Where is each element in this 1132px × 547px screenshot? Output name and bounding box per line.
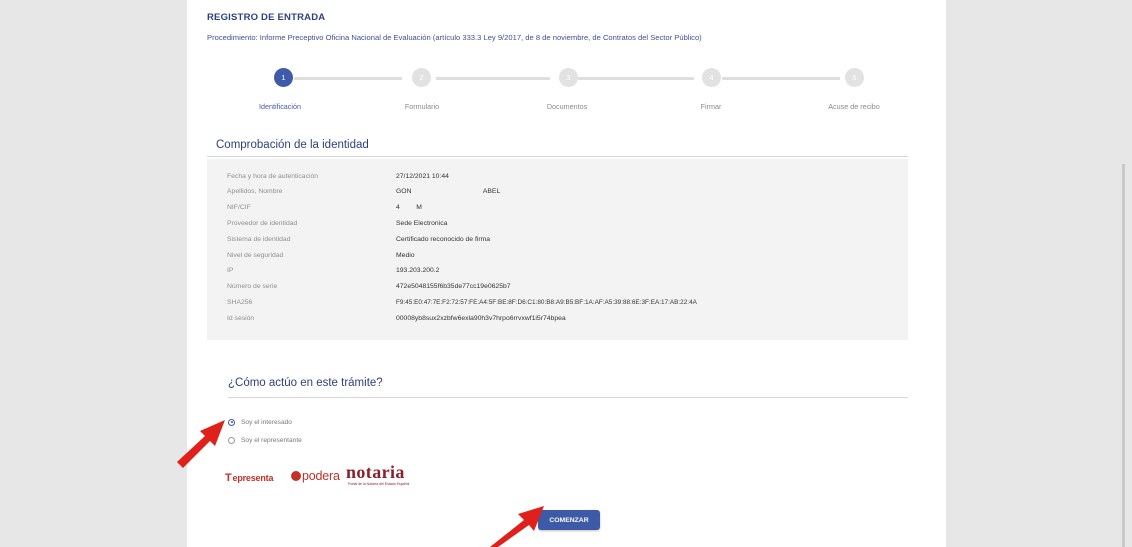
representa-logo: Tepresenta [225,472,274,484]
identity-value: 4 M [396,204,422,211]
identity-value: Sede Electronica [396,220,448,227]
identity-label: IP [227,267,234,274]
identity-value: Medio [396,252,415,259]
role-option-representante[interactable]: Soy el representante [228,434,302,446]
identity-label: Nivel de seguridad [227,252,284,259]
identity-label: Sistema de identidad [227,236,291,243]
radio-label: Soy el interesado [241,418,292,426]
identity-row: Apellidos, Nombre GON ABEL [207,188,908,202]
identity-value: GON ABEL [396,188,501,195]
section-divider [228,397,908,398]
identity-label: SHA256 [227,299,253,306]
step-2-circle[interactable]: 2 [412,68,431,87]
step-3-circle[interactable]: 3 [559,68,578,87]
radio-label: Soy el representante [241,436,302,444]
identity-row: Fecha y hora de autenticación 27/12/2021… [207,173,908,187]
notaria-logo: notaria [346,462,405,482]
procedure-description: Procedimiento: Informe Preceptivo Oficin… [207,33,702,42]
identity-row: IP 193.203.200.2 [207,267,908,281]
step-connector [722,77,840,80]
identity-label: Proveedor de identidad [227,220,298,227]
identity-row: NIF/CIF 4 M [207,204,908,218]
identity-value: 27/12/2021 10:44 [396,173,449,180]
step-2-label: Formulario [404,102,440,111]
identity-row: Número de serie 472e5048155f6b35de77cc19… [207,283,908,297]
annotation-arrow-icon [177,420,225,468]
role-option-interesado[interactable]: Soy el interesado [228,416,292,428]
identity-value: 00008yb8sux2xzbfw6exla90h3v7hrpo6rrvxwf1… [396,315,566,322]
step-4-circle[interactable]: 4 [702,68,721,87]
step-connector [578,77,694,80]
page-title: REGISTRO DE ENTRADA [207,12,326,23]
identity-label: Id sesión [227,315,255,322]
identity-value: F9:45:E0:47:7E:F2:72:57:FE:A4:5F:BE:8F:D… [396,299,697,306]
role-section-title: ¿Cómo actúo en este trámite? [228,377,383,389]
apodera-logo: podera [291,469,340,483]
identity-section-title: Comprobación de la identidad [216,139,369,151]
step-connector [294,77,402,80]
identity-value: 472e5048155f6b35de77cc19e0625b7 [396,283,511,290]
step-5-label: Acuse de recibo [828,102,880,111]
step-1-circle[interactable]: 1 [274,68,293,87]
identity-row: Sistema de identidad Certificado reconoc… [207,236,908,250]
step-connector [436,77,550,80]
identity-row: Nivel de seguridad Medio [207,252,908,266]
identity-label: Apellidos, Nombre [227,188,283,195]
identity-row: Proveedor de identidad Sede Electronica [207,220,908,234]
registro-card: REGISTRO DE ENTRADA Procedimiento: Infor… [187,0,946,547]
page-scrollbar[interactable] [1122,164,1125,547]
notaria-logo-subtitle: Portal de la Notaría del Estado Español [348,482,410,486]
annotation-arrow-icon [490,506,544,547]
identity-row: SHA256 F9:45:E0:47:7E:F2:72:57:FE:A4:5F:… [207,299,908,313]
identity-panel: Fecha y hora de autenticación 27/12/2021… [207,159,908,340]
step-3-label: Documentos [546,102,588,111]
partner-logos: Tepresenta podera notaria Portal de la N… [225,462,465,486]
step-1-label: Identificación [259,102,301,111]
identity-label: Fecha y hora de autenticación [227,173,319,180]
identity-value: 193.203.200.2 [396,267,440,274]
step-4-label: Firmar [700,102,722,111]
identity-row: Id sesión 00008yb8sux2xzbfw6exla90h3v7hr… [207,315,908,329]
section-divider [207,156,908,157]
step-5-circle[interactable]: 5 [845,68,864,87]
identity-label: NIF/CIF [227,204,251,211]
identity-label: Número de serie [227,283,278,290]
identity-value: Certificado reconocido de firma [396,236,491,243]
